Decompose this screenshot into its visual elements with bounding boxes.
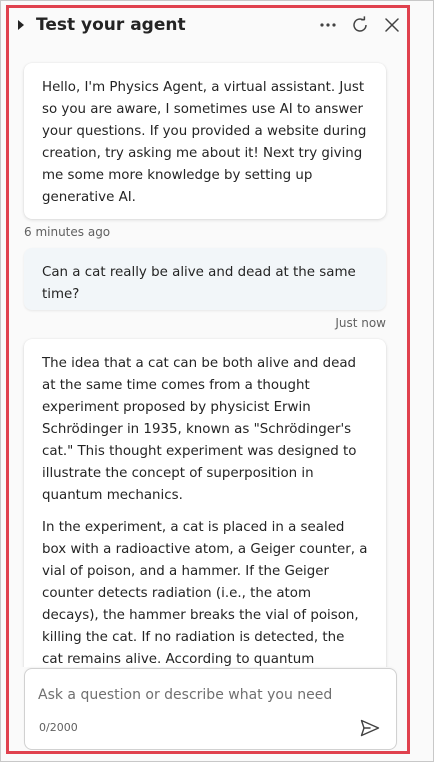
panel-header: Test your agent	[10, 9, 410, 41]
message-text: Hello, I'm Physics Agent, a virtual assi…	[42, 80, 367, 205]
bot-message: Hello, I'm Physics Agent, a virtual assi…	[24, 63, 386, 219]
send-icon[interactable]	[358, 716, 382, 740]
message-input[interactable]	[38, 683, 368, 707]
test-agent-panel: Test your agent Hello, I'm Physics Agent…	[0, 0, 434, 762]
bot-message: The idea that a cat can be both alive an…	[24, 339, 386, 667]
message-timestamp: 6 minutes ago	[24, 225, 111, 239]
message-timestamp: Just now	[335, 316, 386, 330]
character-counter: 0/2000	[39, 721, 78, 734]
header-actions	[316, 13, 404, 37]
message-text: Can a cat really be alive and dead at th…	[42, 265, 356, 302]
refresh-icon[interactable]	[348, 13, 372, 37]
message-composer: 0/2000	[24, 668, 397, 750]
caret-right-icon[interactable]	[14, 20, 28, 30]
more-options-icon[interactable]	[316, 13, 340, 37]
message-text: In the experiment, a cat is placed in a …	[42, 520, 368, 667]
message-text: The idea that a cat can be both alive an…	[42, 356, 357, 503]
panel-title: Test your agent	[36, 15, 186, 35]
chat-transcript[interactable]: Hello, I'm Physics Agent, a virtual assi…	[10, 45, 408, 667]
user-message: Can a cat really be alive and dead at th…	[24, 248, 386, 310]
close-icon[interactable]	[380, 13, 404, 37]
